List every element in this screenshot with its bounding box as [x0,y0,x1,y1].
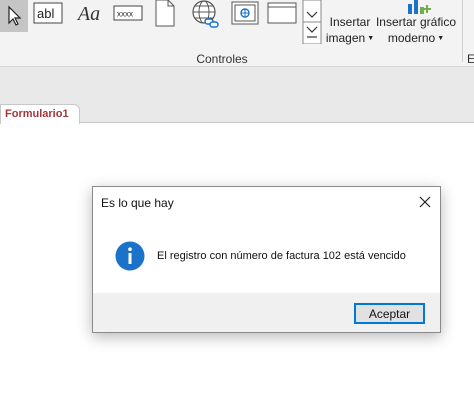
close-icon [419,196,431,208]
ribbon-group-divider [462,0,463,62]
accept-button[interactable]: Aceptar [354,303,425,324]
ribbon: abl Aa xxxx Insertar imagen ▼ Insertar g… [0,0,474,67]
document-control-button[interactable] [150,0,180,28]
ribbon-spacer-bar [0,67,474,100]
textbox-control-button[interactable]: xxxx [112,0,144,26]
insert-image-button[interactable]: Insertar imagen ▼ [325,14,375,47]
insert-image-label-2: imagen [325,31,366,45]
insert-chart-label-2: moderno [387,31,436,45]
text-control-button[interactable]: Aa [72,0,106,28]
insert-modern-chart-button[interactable]: Insertar gráfico moderno ▼ [374,14,458,47]
label-control-button[interactable]: abl [33,0,63,26]
dialog-body: El registro con número de factura 102 es… [93,219,440,293]
gallery-scroll-icon [302,0,322,45]
insert-image-label-1: Insertar [329,15,371,29]
label-tool-text: abl [37,6,54,21]
navigation-control-icon [231,1,259,25]
document-icon [155,0,175,27]
select-pointer-button[interactable] [0,0,28,32]
insert-chart-label-1: Insertar gráfico [375,15,457,29]
dialog-title: Es lo que hay [101,196,174,210]
message-dialog: Es lo que hay El registro con número de … [92,186,441,333]
info-icon [115,241,145,271]
ribbon-group-label: Controles [196,52,248,66]
close-button[interactable] [416,193,434,211]
chart-icon [400,0,434,14]
ribbon-gallery-scroller[interactable] [302,0,322,45]
dialog-message: El registro con número de factura 102 es… [157,250,406,262]
image-frame-control-button[interactable] [266,0,298,26]
dialog-footer: Aceptar [93,293,440,332]
pointer-icon [8,5,22,26]
text-control-label: Aa [77,2,101,25]
textbox-tool-text: xxxx [117,10,133,19]
frame-icon [267,2,297,24]
label-control-icon: abl [33,2,63,24]
textbox-control-icon: xxxx [113,5,143,21]
chevron-down-icon: ▼ [437,34,445,42]
ribbon-next-group-label: E [467,52,474,66]
tab-formulario1[interactable]: Formulario1 [0,104,80,124]
globe-link-icon [192,0,219,28]
web-browser-control-button[interactable] [190,0,222,30]
navigation-control-button[interactable] [230,0,260,26]
